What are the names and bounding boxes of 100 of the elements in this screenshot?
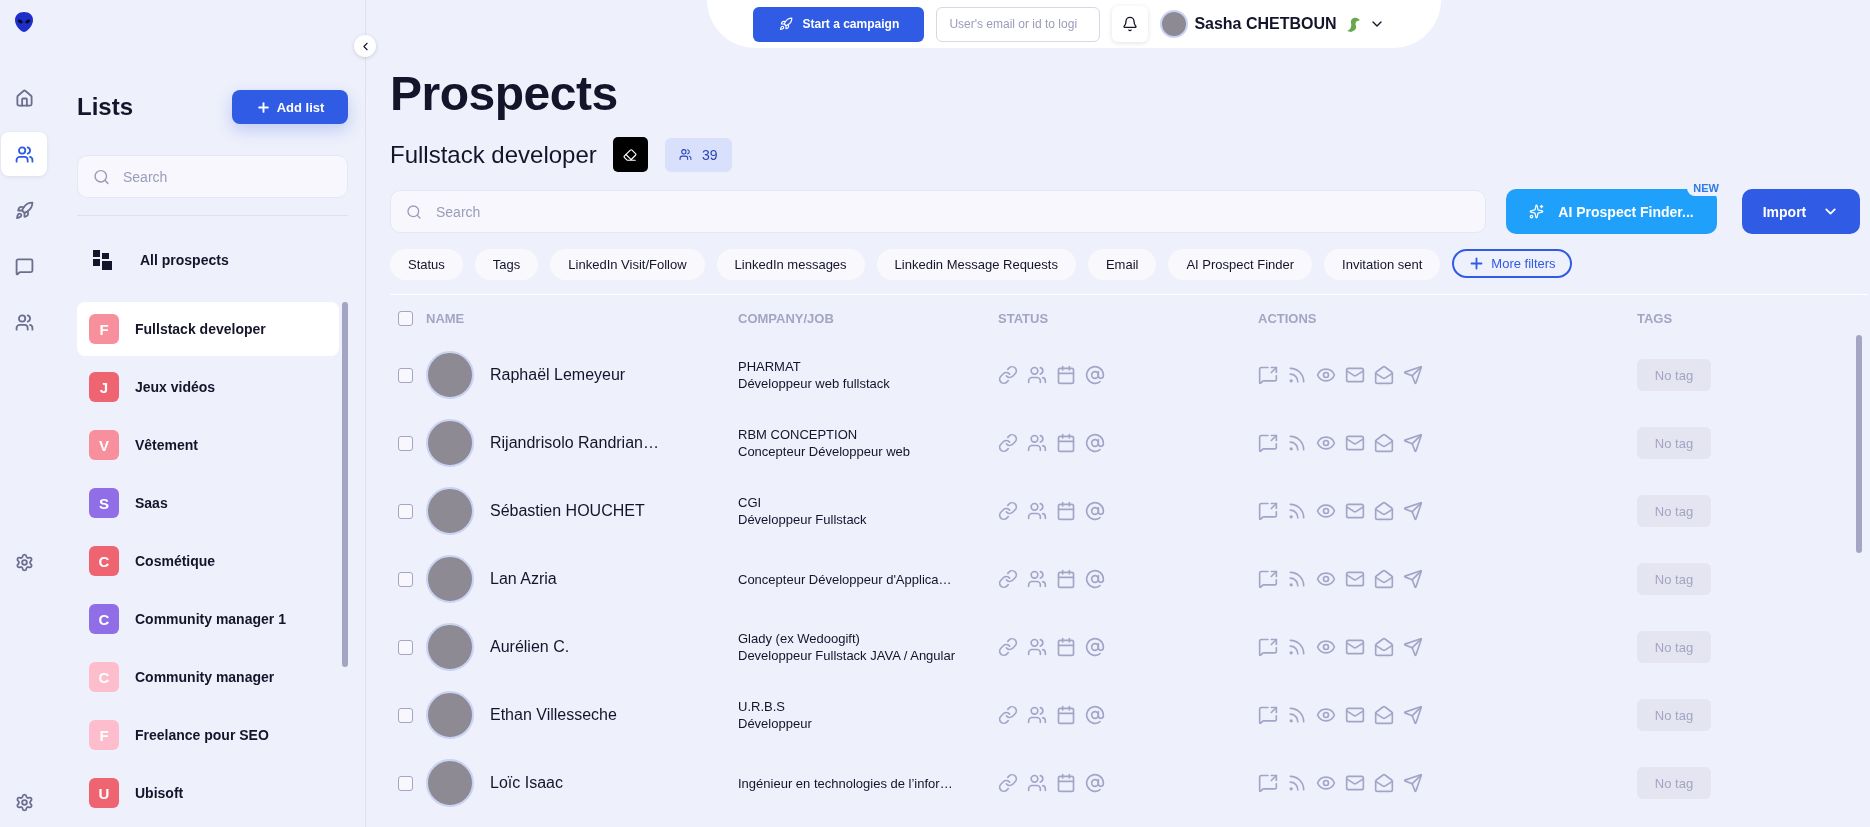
row-checkbox[interactable] (398, 707, 413, 723)
list-letter-avatar: V (89, 430, 119, 460)
open-envelope-icon[interactable] (1374, 773, 1394, 793)
list-letter-avatar: F (89, 314, 119, 344)
row-checkbox[interactable] (398, 367, 413, 383)
paper-plane-icon[interactable] (1403, 365, 1423, 385)
rss-icon[interactable] (1287, 773, 1307, 793)
message-link-icon[interactable] (1258, 705, 1278, 725)
scrollbar-thumb[interactable] (342, 302, 348, 667)
list-item[interactable]: C Community manager (77, 650, 339, 704)
open-envelope-icon[interactable] (1374, 501, 1394, 521)
list-item[interactable]: F Fullstack developer (77, 302, 339, 356)
eye-icon[interactable] (1316, 501, 1336, 521)
start-campaign-button[interactable]: Start a campaign (753, 6, 925, 42)
add-list-button[interactable]: Add list (232, 90, 348, 124)
eye-icon[interactable] (1316, 433, 1336, 453)
row-checkbox[interactable] (398, 571, 413, 587)
import-button[interactable]: Import (1742, 189, 1860, 234)
sidebar-nav-button[interactable] (1, 132, 47, 176)
paper-plane-icon[interactable] (1403, 637, 1423, 657)
message-link-icon[interactable] (1258, 433, 1278, 453)
list-item[interactable]: S Saas (77, 476, 339, 530)
open-envelope-icon[interactable] (1374, 637, 1394, 657)
rss-icon[interactable] (1287, 365, 1307, 385)
row-checkbox[interactable] (398, 639, 413, 655)
alien-logo-icon[interactable] (14, 11, 34, 33)
all-prospects-item[interactable]: All prospects (77, 232, 348, 288)
link-icon (998, 365, 1018, 385)
envelope-icon[interactable] (1345, 569, 1365, 589)
rss-icon[interactable] (1287, 433, 1307, 453)
notifications-button[interactable] (1112, 6, 1149, 42)
rss-icon[interactable] (1287, 501, 1307, 521)
open-envelope-icon[interactable] (1374, 569, 1394, 589)
message-link-icon[interactable] (1258, 365, 1278, 385)
sparkles-icon (1529, 204, 1545, 219)
filter-chip[interactable]: Email (1087, 249, 1157, 280)
message-link-icon[interactable] (1258, 773, 1278, 793)
select-all-checkbox[interactable] (398, 310, 413, 326)
calendar-icon (1056, 773, 1076, 793)
eye-icon[interactable] (1316, 365, 1336, 385)
envelope-icon[interactable] (1345, 365, 1365, 385)
list-item[interactable]: J Jeux vidéos (77, 360, 339, 414)
tag-label: No tag (1637, 563, 1711, 595)
user-name[interactable]: Sasha CHETBOUN (1194, 15, 1337, 33)
calendar-icon (1056, 705, 1076, 725)
link-icon (998, 773, 1018, 793)
paper-plane-icon[interactable] (1403, 705, 1423, 725)
eraser-button[interactable] (612, 137, 648, 172)
open-envelope-icon[interactable] (1374, 365, 1394, 385)
eye-icon[interactable] (1316, 637, 1336, 657)
filter-chip[interactable]: Invitation sent (1324, 249, 1441, 280)
list-search-field[interactable]: Search (77, 155, 348, 198)
list-item[interactable]: C Cosmétique (77, 534, 339, 588)
row-checkbox[interactable] (398, 775, 413, 791)
envelope-icon[interactable] (1345, 637, 1365, 657)
filter-chip[interactable]: LinkedIn Visit/Follow (550, 249, 705, 280)
envelope-icon[interactable] (1345, 773, 1365, 793)
filter-chip[interactable]: AI Prospect Finder (1168, 249, 1313, 280)
more-filters-button[interactable]: More filters (1452, 249, 1572, 278)
list-item[interactable]: V Vêtement (77, 418, 339, 472)
row-checkbox[interactable] (398, 435, 413, 451)
filter-chip[interactable]: Status (390, 249, 463, 280)
filter-chip[interactable]: LinkedIn messages (716, 249, 865, 280)
job-title: Développeur (738, 715, 813, 732)
list-item[interactable]: U Ubisoft (77, 766, 339, 820)
rss-icon[interactable] (1287, 705, 1307, 725)
at-sign-icon (1085, 433, 1105, 453)
paper-plane-icon[interactable] (1403, 433, 1423, 453)
list-item[interactable]: F Freelance pour SEO (77, 708, 339, 762)
scrollbar-thumb[interactable] (1856, 335, 1862, 553)
message-link-icon[interactable] (1258, 637, 1278, 657)
open-envelope-icon[interactable] (1374, 705, 1394, 725)
login-as-field[interactable]: User's email or id to logi (936, 6, 1101, 42)
user-avatar[interactable] (1160, 10, 1189, 38)
envelope-icon[interactable] (1345, 705, 1365, 725)
row-checkbox[interactable] (398, 503, 413, 519)
eye-icon[interactable] (1316, 705, 1336, 725)
rss-icon[interactable] (1287, 637, 1307, 657)
message-link-icon[interactable] (1258, 501, 1278, 521)
list-letter-avatar: C (89, 604, 119, 634)
eye-icon[interactable] (1316, 773, 1336, 793)
filter-chip[interactable]: Tags (474, 249, 539, 280)
message-link-icon[interactable] (1258, 569, 1278, 589)
paper-plane-icon[interactable] (1403, 501, 1423, 521)
envelope-icon[interactable] (1345, 433, 1365, 453)
rss-icon[interactable] (1287, 569, 1307, 589)
job-title: Développeur Fullstack (738, 511, 868, 528)
open-envelope-icon[interactable] (1374, 433, 1394, 453)
eye-icon[interactable] (1316, 569, 1336, 589)
list-item[interactable]: C Community manager 1 (77, 592, 339, 646)
envelope-icon[interactable] (1345, 501, 1365, 521)
paper-plane-icon[interactable] (1403, 569, 1423, 589)
avatar-placeholder (426, 691, 474, 739)
company-name: CGI (738, 494, 763, 511)
lists-title: Lists (77, 93, 133, 121)
prospect-search-field[interactable]: Search (390, 190, 1486, 233)
collapse-button[interactable] (354, 35, 376, 57)
paper-plane-icon[interactable] (1403, 773, 1423, 793)
filter-chip[interactable]: Linkedin Message Requests (876, 249, 1076, 280)
page-title: Prospects (390, 66, 619, 121)
